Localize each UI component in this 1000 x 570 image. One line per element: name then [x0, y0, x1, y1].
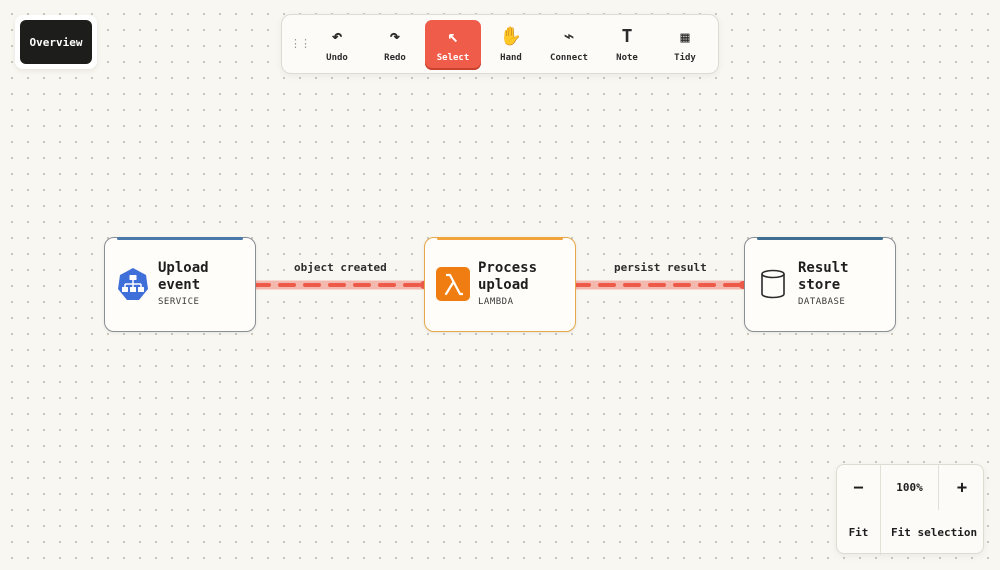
node-kind: LAMBDA — [478, 297, 514, 307]
node-accent-bar — [757, 237, 883, 240]
node-title-line: event — [158, 277, 201, 293]
sitemap-icon — [116, 267, 150, 301]
fit-button[interactable]: Fit — [837, 510, 880, 555]
node-title-line: store — [798, 277, 841, 293]
node-accent-bar — [117, 237, 243, 240]
lambda-icon — [436, 267, 470, 301]
node-accent-bar — [437, 237, 563, 240]
node-title: Upload event — [158, 260, 250, 294]
zoom-out-button[interactable]: − — [837, 465, 880, 510]
node-kind: SERVICE — [158, 297, 200, 307]
zoom-controls: − 100% + Fit Fit selection — [836, 464, 985, 555]
node-process-upload[interactable]: Process upload LAMBDA — [424, 237, 576, 332]
edge-object-created[interactable] — [250, 280, 430, 290]
node-upload-event[interactable]: Upload event SERVICE — [104, 237, 256, 332]
edge-label-object-created: object created — [292, 261, 389, 274]
node-title-line: Result — [798, 260, 849, 276]
node-title-line: Process — [478, 260, 538, 276]
fit-selection-button[interactable]: Fit selection — [881, 510, 985, 555]
node-title-line: Upload — [158, 260, 209, 276]
edge-label-persist-result: persist result — [612, 261, 709, 274]
node-kind: DATABASE — [798, 297, 846, 307]
node-result-store[interactable]: Result store DATABASE — [744, 237, 896, 332]
zoom-in-button[interactable]: + — [939, 465, 985, 510]
edge-persist-result[interactable] — [570, 280, 750, 290]
node-title: Result store — [798, 260, 890, 294]
zoom-level: 100% — [896, 481, 923, 494]
node-title-line: upload — [478, 277, 529, 293]
database-icon — [756, 267, 790, 301]
node-title: Process upload — [478, 260, 570, 294]
